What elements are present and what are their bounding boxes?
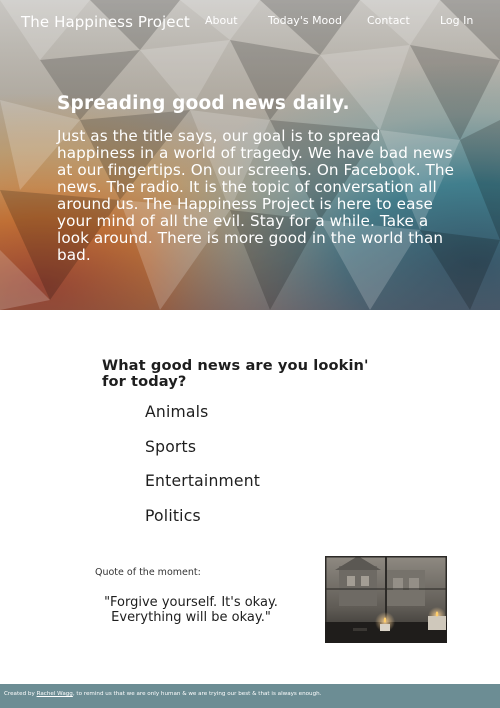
- category-link-politics[interactable]: Politics: [145, 507, 201, 525]
- nav-link-contact[interactable]: Contact: [367, 14, 410, 27]
- nav-link-about[interactable]: About: [205, 14, 238, 27]
- footer: Created by Rachel Wagg, to remind us tha…: [0, 684, 500, 708]
- rainy-window-candle-photo: [325, 556, 447, 643]
- category-link-animals[interactable]: Animals: [145, 403, 209, 421]
- hero-banner: The Happiness Project About Today's Mood…: [0, 0, 500, 310]
- top-navigation: The Happiness Project About Today's Mood…: [0, 0, 500, 44]
- hero-description: Just as the title says, our goal is to s…: [57, 127, 455, 264]
- author-link[interactable]: Rachel Wagg: [37, 691, 73, 697]
- nav-link-todays-mood[interactable]: Today's Mood: [268, 14, 342, 27]
- footer-prefix: Created by: [4, 691, 35, 697]
- footer-credit: Created by Rachel Wagg, to remind us tha…: [4, 691, 321, 697]
- news-question-heading: What good news are you lookin' for today…: [102, 357, 369, 390]
- quote-text: "Forgive yourself. It's okay. Everything…: [104, 595, 278, 625]
- site-brand[interactable]: The Happiness Project: [21, 13, 190, 31]
- quote-label: Quote of the moment:: [95, 567, 201, 578]
- nav-link-log-in[interactable]: Log In: [440, 14, 473, 27]
- category-link-sports[interactable]: Sports: [145, 438, 196, 456]
- category-link-entertainment[interactable]: Entertainment: [145, 472, 260, 490]
- footer-suffix: , to remind us that we are only human & …: [72, 691, 322, 697]
- hero-title: Spreading good news daily.: [57, 93, 350, 114]
